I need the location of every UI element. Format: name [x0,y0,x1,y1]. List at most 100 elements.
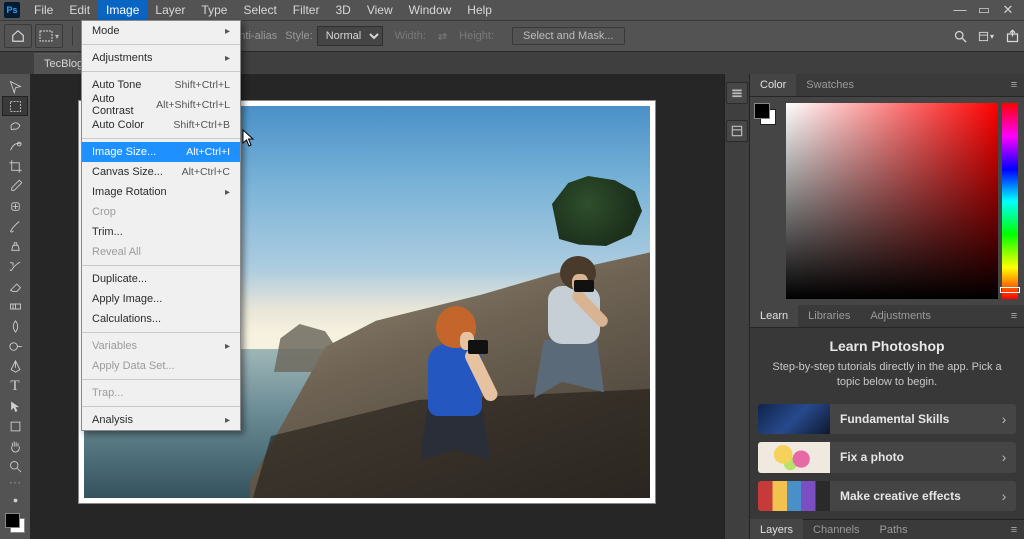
home-button[interactable] [4,24,32,48]
menu-item-trim[interactable]: Trim... [82,222,240,242]
menu-item-duplicate[interactable]: Duplicate... [82,269,240,289]
pen-tool[interactable] [2,356,28,376]
eyedropper-tool[interactable] [2,176,28,196]
tab-layers[interactable]: Layers [750,519,803,539]
window-close-button[interactable]: ✕ [996,0,1020,20]
window-minimize-button[interactable]: — [948,0,972,20]
collapsed-history-icon[interactable] [726,82,748,104]
path-selection-tool[interactable] [2,396,28,416]
menu-item-auto-contrast[interactable]: Auto ContrastAlt+Shift+Ctrl+L [82,95,240,115]
menu-item-image-size[interactable]: Image Size...Alt+Ctrl+I [82,142,240,162]
tool-column: T ⋯ [0,74,30,539]
menu-item-calculations[interactable]: Calculations... [82,309,240,329]
menu-item-crop: Crop [82,202,240,222]
learn-item-thumb [758,404,830,434]
learn-item-thumb [758,481,830,511]
menu-item-auto-color[interactable]: Auto ColorShift+Ctrl+B [82,115,240,135]
hand-tool[interactable] [2,436,28,456]
clone-stamp-tool[interactable] [2,236,28,256]
tab-adjustments[interactable]: Adjustments [860,305,941,327]
menu-item-reveal-all: Reveal All [82,242,240,262]
menu-item-adjustments[interactable]: Adjustments [82,48,240,68]
learn-panel: Learn Photoshop Step-by-step tutorials d… [750,328,1024,519]
tab-channels[interactable]: Channels [803,519,869,539]
crop-tool[interactable] [2,156,28,176]
menu-3d[interactable]: 3D [327,0,358,20]
panel-menu-icon[interactable]: ≡ [1004,79,1024,91]
menu-select[interactable]: Select [235,0,284,20]
menu-type[interactable]: Type [193,0,235,20]
menu-item-image-rotation[interactable]: Image Rotation [82,182,240,202]
learn-item-label: Fundamental Skills [830,412,992,426]
shape-tool[interactable] [2,416,28,436]
type-tool[interactable]: T [2,376,28,396]
window-restore-button[interactable]: ▭ [972,0,996,20]
menu-item-apply-image[interactable]: Apply Image... [82,289,240,309]
color-fg-bg-swatch[interactable] [754,103,776,125]
hue-slider[interactable] [1002,103,1018,299]
panel-menu-icon[interactable]: ≡ [1004,310,1024,322]
lasso-tool[interactable] [2,116,28,136]
chevron-right-icon: › [992,449,1016,465]
menu-image[interactable]: Image [98,0,147,20]
chevron-right-icon: › [992,411,1016,427]
foreground-background-swatch[interactable] [2,510,28,536]
search-icon[interactable] [952,28,968,44]
quick-selection-tool[interactable] [2,136,28,156]
color-panel [750,97,1024,305]
eraser-tool[interactable] [2,276,28,296]
learn-item-label: Fix a photo [830,450,992,464]
image-menu-dropdown: ModeAdjustmentsAuto ToneShift+Ctrl+LAuto… [81,20,241,431]
collapsed-panel-column [724,74,749,539]
workspace-switcher-icon[interactable]: ▾ [978,28,994,44]
menu-view[interactable]: View [359,0,401,20]
menu-window[interactable]: Window [401,0,460,20]
menu-item-variables: Variables [82,336,240,356]
history-brush-tool[interactable] [2,256,28,276]
tool-preset-picker[interactable]: ▾ [35,24,63,48]
style-label: Style: [285,30,313,42]
menu-filter[interactable]: Filter [285,0,328,20]
tab-learn[interactable]: Learn [750,305,798,327]
learn-title: Learn Photoshop [766,338,1008,354]
marquee-tool[interactable] [2,96,28,116]
menu-layer[interactable]: Layer [147,0,193,20]
move-tool[interactable] [2,76,28,96]
zoom-tool[interactable] [2,456,28,476]
style-select[interactable]: Normal [317,26,383,46]
right-panel-group: ColorSwatches ≡ LearnLibrariesAdjustment… [749,74,1024,539]
learn-item-fix-a-photo[interactable]: Fix a photo› [758,442,1016,472]
swap-wh-icon: ⇄ [438,30,447,43]
height-label: Height: [459,30,494,42]
tab-swatches[interactable]: Swatches [796,74,864,96]
menu-item-canvas-size[interactable]: Canvas Size...Alt+Ctrl+C [82,162,240,182]
gradient-tool[interactable] [2,296,28,316]
brush-tool[interactable] [2,216,28,236]
tab-paths[interactable]: Paths [870,519,918,539]
panel-menu-icon[interactable]: ≡ [1004,524,1024,536]
menu-item-apply-data-set: Apply Data Set... [82,356,240,376]
learn-item-make-creative-effects[interactable]: Make creative effects› [758,481,1016,511]
width-label: Width: [395,30,426,42]
menu-edit[interactable]: Edit [61,0,98,20]
collapsed-properties-icon[interactable] [726,120,748,142]
blur-tool[interactable] [2,316,28,336]
tab-libraries[interactable]: Libraries [798,305,860,327]
layers-panel-tabs: LayersChannelsPaths ≡ [750,519,1024,539]
menu-help[interactable]: Help [459,0,500,20]
share-icon[interactable] [1004,28,1020,44]
healing-brush-tool[interactable] [2,196,28,216]
learn-item-fundamental-skills[interactable]: Fundamental Skills› [758,404,1016,434]
menu-item-mode[interactable]: Mode [82,21,240,41]
more-tools-icon[interactable]: ⋯ [2,476,28,490]
tab-color[interactable]: Color [750,74,796,96]
menu-item-analysis[interactable]: Analysis [82,410,240,430]
dodge-tool[interactable] [2,336,28,356]
menu-item-trap: Trap... [82,383,240,403]
edit-toolbar-icon[interactable] [2,490,28,510]
menu-file[interactable]: File [26,0,61,20]
color-panel-tabs: ColorSwatches ≡ [750,74,1024,97]
color-field[interactable] [786,103,998,299]
select-and-mask-button[interactable]: Select and Mask... [512,27,625,45]
menu-item-auto-tone[interactable]: Auto ToneShift+Ctrl+L [82,75,240,95]
